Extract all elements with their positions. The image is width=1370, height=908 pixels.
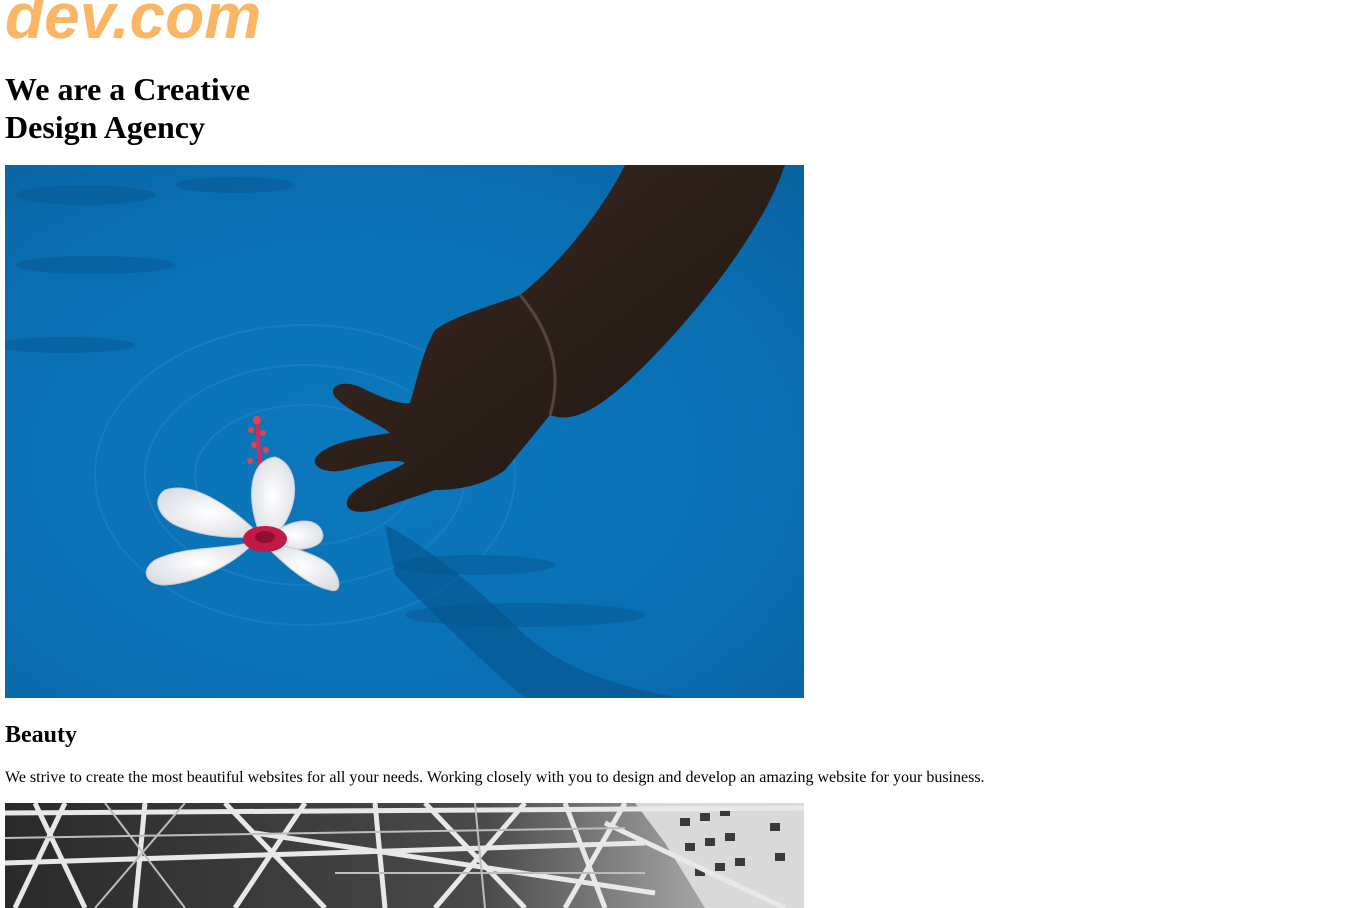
section-photo-steel-structure <box>5 803 804 908</box>
section-title-beauty: Beauty <box>5 722 77 748</box>
hero-headline-line-1: We are a Creative <box>5 71 250 107</box>
hero-headline: We are a Creative Design Agency <box>5 70 305 146</box>
hero-headline-line-2: Design Agency <box>5 109 205 145</box>
site-logo[interactable]: dev.com <box>5 0 261 48</box>
section-text-beauty: We strive to create the most beautiful w… <box>5 769 985 786</box>
page: dev.com We are a Creative Design Agency <box>5 0 1365 908</box>
hero-photo-hand-flower <box>5 165 804 698</box>
